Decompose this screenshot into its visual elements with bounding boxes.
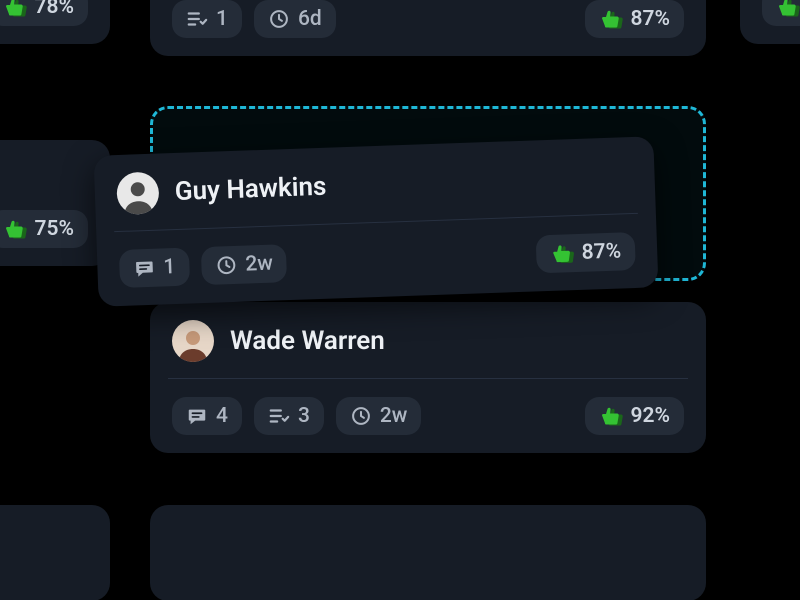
tasks-chip: 3	[254, 397, 324, 435]
approval-chip: 75%	[0, 210, 88, 248]
tasks-value: 3	[298, 406, 310, 427]
card-wade-warren[interactable]: Wade Warren 4 3 2w 92%	[150, 302, 706, 453]
card-partial-top-right[interactable]: 87%	[740, 0, 800, 44]
approval-chip: 87%	[762, 0, 800, 26]
card-partial-top-mid[interactable]: 1 6d 87%	[150, 0, 706, 56]
comments-value: 4	[216, 406, 228, 427]
user-name: Wade Warren	[230, 326, 385, 356]
tasks-chip: 1	[172, 0, 242, 38]
tasks-value: 1	[216, 9, 228, 30]
thumbs-up-icon	[599, 8, 623, 30]
approval-value: 75%	[35, 219, 75, 240]
time-chip: 6d	[254, 0, 336, 38]
thumbs-up-icon	[776, 0, 800, 18]
clock-icon	[215, 254, 238, 277]
divider	[114, 213, 638, 232]
approval-chip: 87%	[535, 232, 636, 273]
avatar	[116, 172, 159, 215]
comments-chip: 1	[119, 248, 190, 288]
avatar	[172, 320, 214, 362]
thumbs-up-icon	[3, 0, 27, 18]
time-chip: 2w	[201, 244, 288, 285]
approval-chip: 78%	[0, 0, 88, 26]
comment-icon	[133, 257, 156, 280]
approval-value: 87%	[581, 241, 621, 263]
comments-chip: 4	[172, 397, 242, 435]
approval-value: 78%	[35, 0, 75, 18]
clock-icon	[350, 405, 372, 427]
time-value: 2w	[245, 253, 273, 275]
thumbs-up-icon	[549, 242, 574, 265]
tasks-icon	[186, 8, 208, 30]
thumbs-up-icon	[3, 218, 27, 240]
time-value: 6d	[298, 9, 322, 30]
approval-chip: 92%	[585, 397, 685, 435]
comment-icon	[186, 405, 208, 427]
time-chip: 2w	[336, 397, 422, 435]
thumbs-up-icon	[599, 405, 623, 427]
card-partial-bottom-mid[interactable]	[150, 505, 706, 600]
approval-chip: 87%	[585, 0, 685, 38]
tasks-icon	[268, 405, 290, 427]
time-value: 2w	[380, 406, 408, 427]
card-partial-mid-left[interactable]: 75%	[0, 140, 110, 266]
user-name: Guy Hawkins	[174, 172, 327, 207]
comments-value: 1	[163, 257, 176, 278]
clock-icon	[268, 8, 290, 30]
card-partial-bottom-left[interactable]	[0, 505, 110, 600]
card-partial-top-left[interactable]: 78%	[0, 0, 110, 44]
card-guy-hawkins-dragging[interactable]: Guy Hawkins 1 2w 87%	[94, 136, 659, 306]
divider	[168, 378, 688, 379]
approval-value: 92%	[631, 406, 671, 427]
approval-value: 87%	[631, 9, 671, 30]
